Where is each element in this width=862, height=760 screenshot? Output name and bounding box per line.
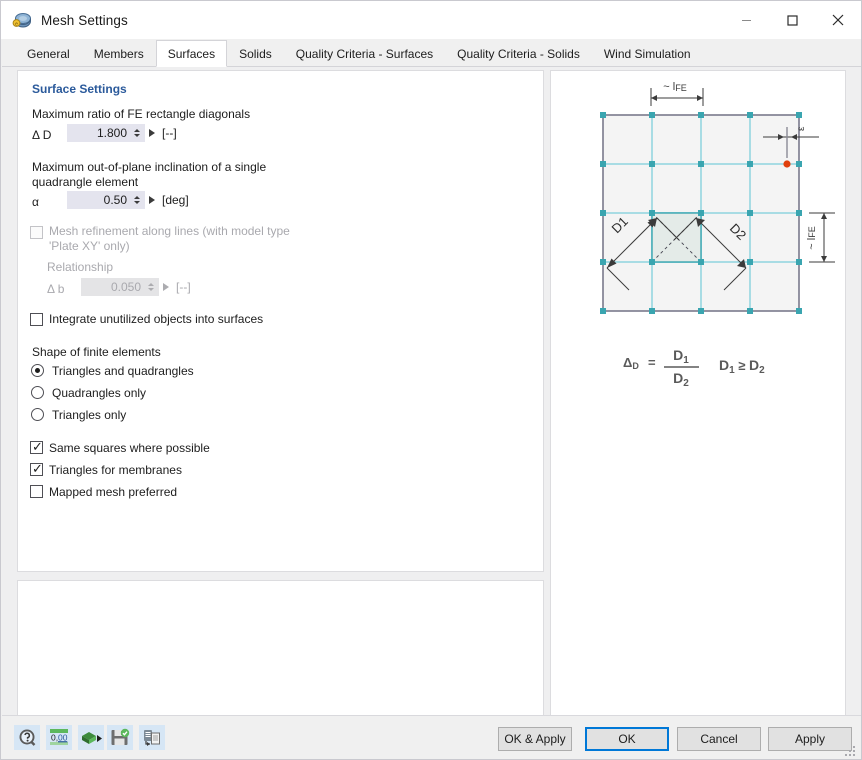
mesh-refinement-checkbox[interactable] xyxy=(30,226,43,239)
ok-button[interactable]: OK xyxy=(585,727,669,751)
tab-general[interactable]: General xyxy=(15,40,82,67)
mapped-mesh-checkbox[interactable] xyxy=(30,485,43,498)
tab-quality-criteria-solids[interactable]: Quality Criteria - Solids xyxy=(445,40,592,67)
diagram-label-right: ~ lFE xyxy=(806,226,818,249)
cancel-button[interactable]: Cancel xyxy=(677,727,761,751)
max-ratio-value: 1.800 xyxy=(68,126,132,140)
relationship-symbol: Δ b xyxy=(47,282,64,297)
max-inclination-label-line1: Maximum out-of-plane inclination of a si… xyxy=(32,160,266,175)
relationship-more-button[interactable] xyxy=(160,279,172,295)
integrate-objects-checkbox[interactable] xyxy=(30,313,43,326)
same-squares-checkbox[interactable]: ✓ xyxy=(30,441,43,454)
formula-equals: = xyxy=(648,355,656,370)
copy-icon[interactable] xyxy=(139,725,165,750)
diagram-label-top: ~ lFE xyxy=(663,81,686,93)
max-ratio-more-button[interactable] xyxy=(146,125,158,141)
mesh-settings-icon: e xyxy=(11,9,33,31)
title-bar: e Mesh Settings xyxy=(1,1,861,39)
radio-quadrangles-only[interactable] xyxy=(31,386,44,399)
formula-numerator: D1 xyxy=(673,347,689,366)
svg-text:e: e xyxy=(15,21,18,27)
max-ratio-symbol: Δ D xyxy=(32,128,51,143)
max-ratio-spinner[interactable] xyxy=(132,125,142,141)
max-inclination-input[interactable]: 0.50 xyxy=(67,191,145,209)
maximize-button[interactable] xyxy=(769,1,815,39)
help-icon[interactable] xyxy=(14,725,40,750)
max-inclination-symbol: α xyxy=(32,195,39,210)
mesh-settings-dialog: e Mesh Settings General Members Surfaces… xyxy=(0,0,862,760)
svg-text:00: 00 xyxy=(58,733,68,743)
relationship-label: Relationship xyxy=(47,260,113,275)
max-inclination-spinner[interactable] xyxy=(132,192,142,208)
radio-quadrangles-only-label: Quadrangles only xyxy=(52,386,146,401)
mesh-refinement-label-line1: Mesh refinement along lines (with model … xyxy=(49,224,290,239)
tab-solids[interactable]: Solids xyxy=(227,40,284,67)
diagram-formula: ΔD = D1 D2 D1 ≥ D2 xyxy=(623,347,765,389)
offset-node-dot xyxy=(783,160,790,167)
section-title: Surface Settings xyxy=(32,82,127,96)
surface-settings-panel: Surface Settings Maximum ratio of FE rec… xyxy=(17,70,544,572)
max-ratio-label: Maximum ratio of FE rectangle diagonals xyxy=(32,107,250,122)
minimize-button[interactable] xyxy=(723,1,769,39)
max-inclination-more-button[interactable] xyxy=(146,192,158,208)
mapped-mesh-label: Mapped mesh preferred xyxy=(49,485,177,500)
max-inclination-value: 0.50 xyxy=(68,193,132,207)
tab-strip: General Members Surfaces Solids Quality … xyxy=(2,39,861,67)
tab-surfaces[interactable]: Surfaces xyxy=(156,40,227,67)
same-squares-label: Same squares where possible xyxy=(49,441,210,456)
window-title: Mesh Settings xyxy=(41,13,128,28)
resize-grip[interactable] xyxy=(845,744,857,756)
formula-denominator: D2 xyxy=(673,370,689,389)
mesh-diagram: ~ lFE xyxy=(551,71,845,760)
tab-wind-simulation[interactable]: Wind Simulation xyxy=(592,40,703,67)
formula-delta-d: ΔD xyxy=(623,355,639,371)
radio-triangles-and-quadrangles-label: Triangles and quadrangles xyxy=(52,364,194,379)
tab-members[interactable]: Members xyxy=(82,40,156,67)
max-inclination-label-line2: quadrangle element xyxy=(32,175,138,190)
relationship-unit: [--] xyxy=(176,280,191,294)
max-ratio-input[interactable]: 1.800 xyxy=(67,124,145,142)
footer-bar: 0, 00 xyxy=(2,715,861,759)
radio-triangles-only-label: Triangles only xyxy=(52,408,126,423)
mesh-refinement-label-line2: 'Plate XY' only) xyxy=(49,239,130,254)
content-area: Surface Settings Maximum ratio of FE rec… xyxy=(2,67,861,715)
relationship-input[interactable]: 0.050 xyxy=(81,278,159,296)
radio-triangles-only[interactable] xyxy=(31,408,44,421)
window-controls xyxy=(723,1,861,39)
triangles-for-membranes-label: Triangles for membranes xyxy=(49,463,182,478)
relationship-value: 0.050 xyxy=(82,280,146,294)
integrate-objects-label: Integrate unutilized objects into surfac… xyxy=(49,312,263,327)
apply-button[interactable]: Apply xyxy=(768,727,852,751)
save-icon[interactable] xyxy=(107,725,133,750)
radio-triangles-and-quadrangles[interactable] xyxy=(31,364,44,377)
max-inclination-unit: [deg] xyxy=(162,193,189,207)
diagram-label-epsilon: ε xyxy=(796,126,807,131)
number-format-icon[interactable]: 0, 00 xyxy=(46,725,72,750)
diagram-panel: ~ lFE xyxy=(550,70,846,760)
relationship-spinner[interactable] xyxy=(146,279,156,295)
max-ratio-unit: [--] xyxy=(162,126,177,140)
triangles-for-membranes-checkbox[interactable]: ✓ xyxy=(30,463,43,476)
ok-and-apply-button[interactable]: OK & Apply xyxy=(498,727,572,751)
tab-quality-criteria-surfaces[interactable]: Quality Criteria - Surfaces xyxy=(284,40,445,67)
export-icon[interactable] xyxy=(78,725,104,750)
shape-group-label: Shape of finite elements xyxy=(32,345,161,360)
formula-condition: D1 ≥ D2 xyxy=(719,357,765,376)
close-button[interactable] xyxy=(815,1,861,39)
